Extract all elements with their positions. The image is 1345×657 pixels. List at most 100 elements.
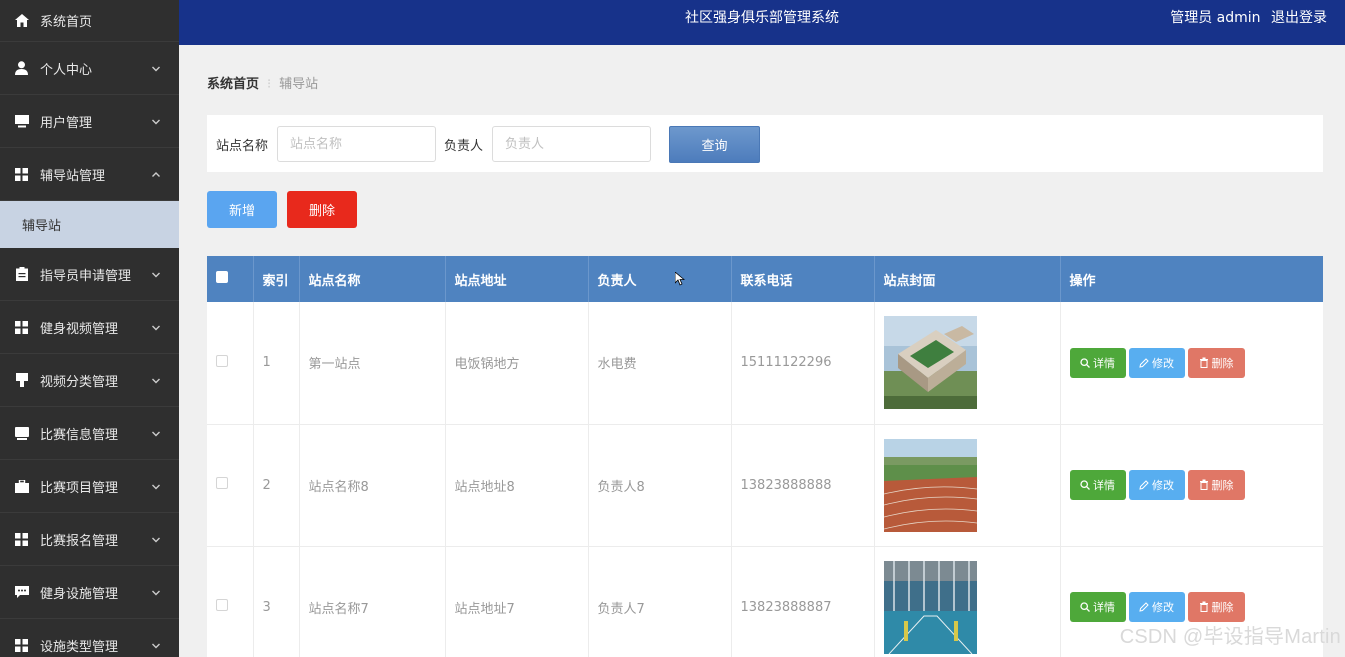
detail-button[interactable]: 详情 [1069, 348, 1126, 378]
edit-button[interactable]: 修改 [1128, 348, 1185, 378]
logout-link[interactable]: 退出登录 [1271, 10, 1327, 26]
edit-label: 修改 [1152, 357, 1174, 370]
station-name-input[interactable] [277, 126, 436, 162]
user-area: 管理员 admin 退出登录 [1164, 0, 1327, 37]
table-header-row: 索引 站点名称 站点地址 负责人 联系电话 站点封面 操作 [207, 256, 1323, 302]
sidebar-subitem-station[interactable]: 辅导站 [0, 201, 179, 248]
edit-icon [1139, 602, 1149, 612]
grid-icon [14, 532, 29, 547]
batch-delete-button[interactable]: 删除 [287, 191, 357, 228]
cell-owner: 水电费 [588, 302, 732, 424]
sidebar-item-label: 视频分类管理 [40, 374, 119, 390]
owner-input[interactable] [492, 126, 651, 162]
chevron-down-icon [151, 587, 161, 602]
sidebar-item-home[interactable]: 系统首页 [0, 0, 179, 42]
campus-aerial-image [883, 316, 977, 410]
station-name-label: 站点名称 [216, 139, 269, 154]
column-header: 站点名称 [299, 256, 446, 302]
sidebar-item-match-info[interactable]: 比赛信息管理 [0, 407, 179, 460]
cell-index: 3 [253, 546, 300, 657]
sidebar-item-video-category[interactable]: 视频分类管理 [0, 354, 179, 407]
running-track-image [883, 438, 977, 532]
sidebar-item-match-registration[interactable]: 比赛报名管理 [0, 513, 179, 566]
detail-button[interactable]: 详情 [1069, 470, 1126, 501]
home-icon [14, 13, 29, 28]
trash-icon [1199, 357, 1208, 368]
sidebar-item-station-management[interactable]: 辅导站管理 [0, 148, 179, 201]
select-all-checkbox[interactable] [216, 271, 228, 283]
detail-label: 详情 [1093, 479, 1115, 493]
sidebar-item-match-project[interactable]: 比赛项目管理 [0, 460, 179, 513]
grid-icon [14, 167, 29, 182]
person-icon [14, 61, 29, 76]
edit-button[interactable]: 修改 [1128, 592, 1185, 623]
chevron-down-icon [151, 322, 161, 337]
breadcrumb-home[interactable]: 系统首页 [207, 77, 259, 92]
detail-label: 详情 [1093, 357, 1115, 370]
column-header: 联系电话 [731, 256, 875, 302]
delete-button[interactable]: 删除 [1187, 591, 1245, 622]
sidebar-item-user-management[interactable]: 用户管理 [0, 95, 179, 148]
chevron-down-icon [151, 428, 161, 443]
edit-icon [1139, 358, 1149, 368]
chevron-down-icon [151, 116, 161, 131]
column-header: 负责人 [588, 256, 732, 302]
edit-button[interactable]: 修改 [1128, 470, 1185, 501]
cell-phone: 13823888887 [731, 546, 875, 657]
sidebar-item-facility-type[interactable]: 设施类型管理 [0, 619, 179, 657]
breadcrumb-separator: ⁝ [267, 77, 272, 92]
row-checkbox[interactable] [216, 599, 228, 611]
add-button[interactable]: 新增 [207, 191, 277, 228]
column-header: 索引 [253, 256, 300, 302]
delete-button[interactable]: 删除 [1187, 469, 1245, 500]
chevron-down-icon [151, 534, 161, 549]
cell-owner: 负责人8 [588, 424, 732, 546]
sidebar-item-label: 个人中心 [40, 62, 93, 78]
chat-icon [14, 585, 29, 600]
search-icon [1080, 602, 1090, 613]
delete-label: 删除 [1211, 356, 1234, 370]
sidebar-item-label: 指导员申请管理 [40, 268, 132, 284]
indoor-court-image [883, 560, 977, 654]
detail-button[interactable]: 详情 [1069, 592, 1126, 623]
funnel-icon [14, 373, 29, 388]
chevron-up-icon [151, 169, 161, 184]
cell-station-address: 站点地址7 [445, 546, 589, 657]
cell-index: 2 [253, 424, 300, 546]
watermark: CSDN @毕设指导Martin [1119, 626, 1341, 648]
trash-icon [1199, 479, 1208, 491]
sidebar-item-personal-center[interactable]: 个人中心 [0, 42, 179, 95]
column-header: 站点地址 [445, 256, 589, 302]
chevron-down-icon [151, 63, 161, 78]
chevron-down-icon [151, 375, 161, 390]
sidebar-item-instructor-application[interactable]: 指导员申请管理 [0, 248, 179, 301]
top-header: 社区强身俱乐部管理系统 管理员 admin 退出登录 [179, 0, 1345, 45]
admin-user-label[interactable]: 管理员 admin [1170, 10, 1260, 26]
briefcase-icon [14, 479, 29, 494]
cell-phone: 13823888888 [731, 424, 875, 546]
query-button[interactable]: 查询 [669, 126, 760, 163]
cell-station-address: 电饭锅地方 [445, 302, 589, 424]
delete-label: 删除 [1211, 600, 1234, 614]
row-checkbox[interactable] [216, 477, 228, 489]
station-table: 索引 站点名称 站点地址 负责人 联系电话 站点封面 操作 1 第一站点 电饭锅… [207, 256, 1323, 657]
chevron-down-icon [151, 481, 161, 496]
sidebar-item-fitness-facility[interactable]: 健身设施管理 [0, 566, 179, 619]
sidebar-item-fitness-video[interactable]: 健身视频管理 [0, 301, 179, 354]
monitor-icon [14, 114, 29, 129]
cell-station-name: 站点名称7 [299, 546, 446, 657]
edit-icon [1139, 480, 1149, 490]
search-icon [1080, 480, 1090, 491]
row-checkbox[interactable] [216, 354, 228, 367]
delete-button[interactable]: 删除 [1187, 347, 1245, 378]
trash-icon [1199, 601, 1208, 613]
clipboard-icon [14, 267, 29, 282]
sidebar-item-label: 辅导站管理 [40, 168, 106, 184]
sidebar: 系统首页 个人中心 用户管理 辅导站管理 辅导站 指导员申请管理 健身视频管理 … [0, 0, 179, 657]
cell-owner: 负责人7 [588, 546, 732, 657]
table-row: 1 第一站点 电饭锅地方 水电费 15111122296 详情 修改 删除 [207, 302, 1323, 424]
delete-label: 删除 [1211, 478, 1234, 492]
sidebar-item-label: 健身视频管理 [40, 321, 119, 337]
grid-icon [14, 638, 29, 653]
sidebar-item-label: 用户管理 [40, 115, 93, 131]
